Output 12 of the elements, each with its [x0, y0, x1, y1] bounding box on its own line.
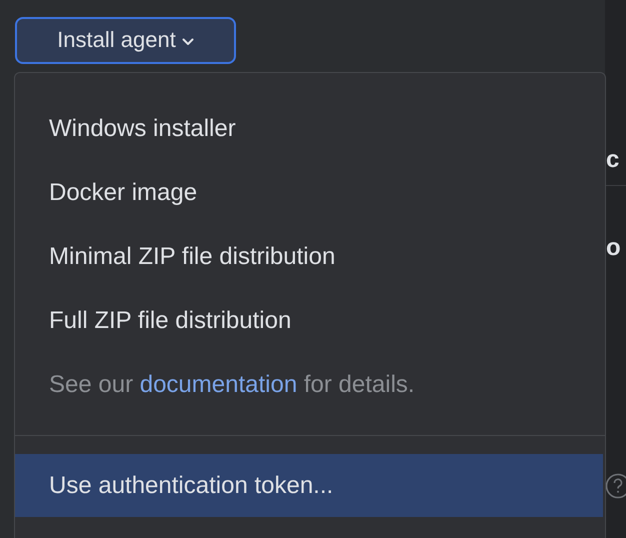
background-text: c — [606, 146, 620, 174]
background-text: o — [606, 234, 621, 262]
chevron-icon — [182, 38, 194, 46]
menu-item[interactable]: Use authentication token... — [15, 454, 603, 517]
install-agent-button[interactable]: Install agent — [15, 17, 236, 64]
menu-item[interactable]: Windows installer — [15, 97, 605, 161]
menu-item[interactable]: Full ZIP file distribution — [15, 289, 605, 353]
documentation-link[interactable]: documentation — [140, 371, 298, 398]
menu-item[interactable]: Docker image — [15, 161, 605, 225]
note-text: See our documentation for details. — [48, 370, 416, 400]
menu-item[interactable]: Minimal ZIP file distribution — [15, 225, 605, 289]
help-icon[interactable] — [605, 473, 626, 499]
